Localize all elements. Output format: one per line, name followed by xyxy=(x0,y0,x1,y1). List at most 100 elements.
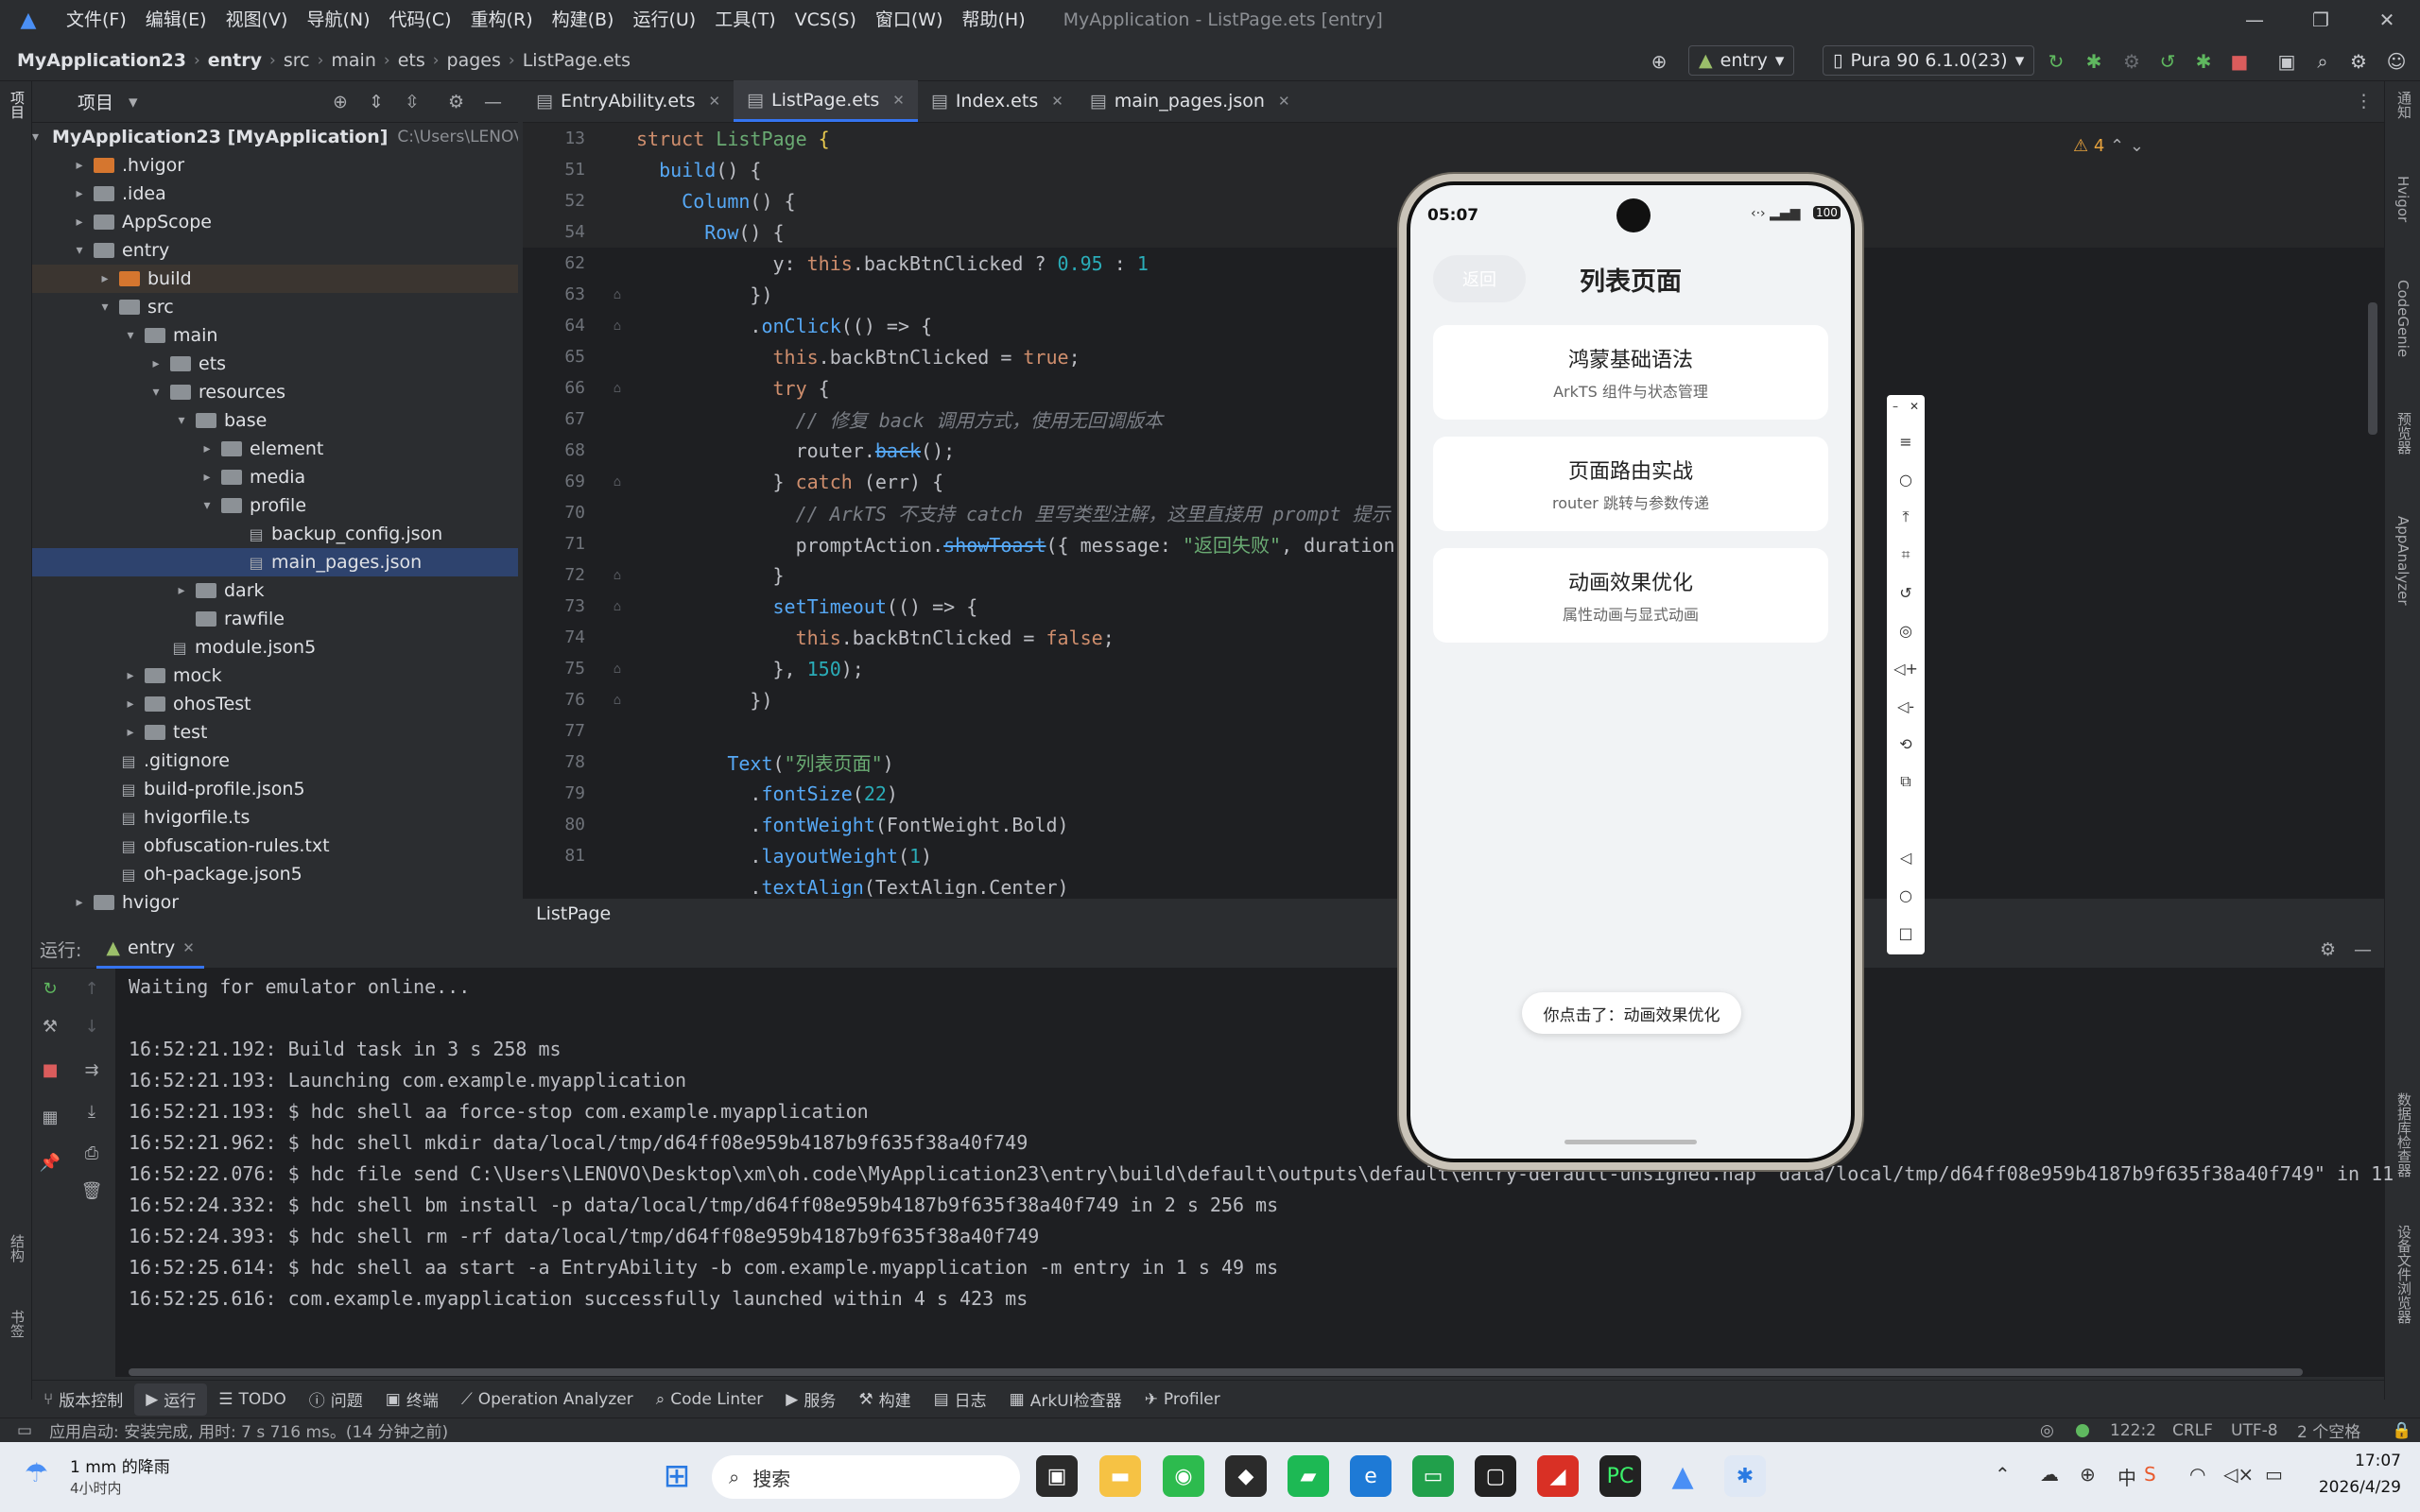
deveco-icon[interactable]: ▲ xyxy=(1662,1455,1703,1497)
chevron-right-icon[interactable]: ▸ xyxy=(96,271,113,286)
tree-item[interactable]: ▸ .idea xyxy=(32,180,518,208)
chevron-right-icon[interactable]: ▸ xyxy=(71,895,88,910)
stop-icon[interactable]: ■ xyxy=(2225,47,2254,76)
menu-window[interactable]: 窗口(W) xyxy=(866,0,953,40)
tooltab-terminal[interactable]: ▣ 终端 xyxy=(374,1383,450,1416)
locate-icon[interactable]: ⊕ xyxy=(333,92,348,112)
scroll-up-icon[interactable]: ↑ xyxy=(78,974,106,1003)
status-message[interactable]: 应用启动: 安装完成, 用时: 7 s 716 ms。(14 分钟之前) xyxy=(49,1418,448,1442)
tree-item[interactable]: ▤ oh-package.json5 xyxy=(32,860,518,888)
wifi-icon[interactable]: ◠ xyxy=(2189,1463,2205,1486)
chevron-down-icon[interactable]: ▾ xyxy=(199,498,216,513)
deveco-active-icon[interactable]: ✱ xyxy=(1724,1455,1766,1497)
tree-item[interactable]: ▾ profile xyxy=(32,491,518,520)
chevron-down-icon[interactable]: ▾ xyxy=(147,385,164,400)
close-icon[interactable]: ✕ xyxy=(1910,400,1919,413)
tree-item[interactable]: ▸ AppScope xyxy=(32,208,518,236)
layout-icon[interactable]: ▦ xyxy=(36,1103,64,1131)
apply-changes-icon[interactable]: ↺ xyxy=(2153,47,2182,76)
settings-gear-icon[interactable]: ⚙ xyxy=(2344,47,2373,76)
side-tab-previewer[interactable]: 预览器 xyxy=(2394,412,2414,455)
menu-vcs[interactable]: VCS(S) xyxy=(786,0,866,40)
soft-wrap-icon[interactable]: ⇉ xyxy=(78,1056,106,1084)
tree-item[interactable]: ▸ media xyxy=(32,463,518,491)
settings-gear-icon[interactable]: ⚙ xyxy=(448,92,464,112)
target-icon[interactable]: ⊕ xyxy=(1645,47,1673,76)
phone-screen[interactable]: 05:07 ‹·› ▂▄▆ 100 返回 列表页面 鸿蒙基础语法 ArkTS 组… xyxy=(1407,181,1855,1162)
wrench-icon[interactable]: ⚒ xyxy=(36,1012,64,1040)
rerun-icon[interactable]: ↻ xyxy=(2042,47,2070,76)
tree-item[interactable]: ▸ build xyxy=(32,265,518,293)
tree-item[interactable]: ▸ ohosTest xyxy=(32,690,518,718)
chevron-right-icon[interactable]: ▸ xyxy=(173,583,190,598)
taskview-icon[interactable]: ▣ xyxy=(1036,1455,1078,1497)
terminal-app-icon[interactable]: ▢ xyxy=(1475,1455,1516,1497)
tree-item[interactable]: ▤ .gitignore xyxy=(32,747,518,775)
hide-panel-icon[interactable]: — xyxy=(484,92,502,112)
print-icon[interactable]: ⎙ xyxy=(78,1139,106,1167)
battery-icon[interactable]: ▭ xyxy=(2265,1463,2283,1486)
tab-entryability[interactable]: ▤ EntryAbility.ets ✕ xyxy=(523,80,734,122)
chevron-right-icon[interactable]: ▸ xyxy=(122,696,139,712)
edge-icon[interactable]: e xyxy=(1350,1455,1392,1497)
status-encoding[interactable]: UTF-8 xyxy=(2231,1421,2278,1440)
search-icon[interactable]: ⌕ xyxy=(2308,47,2337,76)
file-explorer-icon[interactable]: ▬ xyxy=(1099,1455,1141,1497)
tray-chevron-up-icon[interactable]: ⌃ xyxy=(1995,1463,2011,1486)
list-card-routing[interactable]: 页面路由实战 router 跳转与参数传递 xyxy=(1433,437,1828,531)
menu-tools[interactable]: 工具(T) xyxy=(705,0,785,40)
run-tab-entry[interactable]: ▲ entry ✕ xyxy=(96,931,204,969)
menu-help[interactable]: 帮助(H) xyxy=(953,0,1035,40)
chevron-right-icon[interactable]: ▸ xyxy=(147,356,164,371)
side-tab-device-file-browser[interactable]: 设备文件浏览器 xyxy=(2394,1225,2414,1324)
wechat-icon[interactable]: ◉ xyxy=(1163,1455,1204,1497)
tree-item[interactable]: ▸ hvigor xyxy=(32,888,518,917)
close-icon[interactable]: ✕ xyxy=(892,92,905,109)
chevron-down-icon[interactable]: ▾ xyxy=(122,328,139,343)
project-panel-title[interactable]: 项目 xyxy=(78,89,113,114)
nav-back-icon[interactable]: ◁ xyxy=(1887,843,1925,871)
weather-icon[interactable]: ☂ xyxy=(25,1457,48,1488)
tree-item[interactable]: ▸ element xyxy=(32,435,518,463)
chevron-right-icon[interactable]: ▸ xyxy=(71,215,88,230)
status-health-indicator[interactable] xyxy=(2076,1424,2089,1437)
tree-item[interactable]: ▸ ets xyxy=(32,350,518,378)
close-icon[interactable]: ✕ xyxy=(1278,93,1290,110)
tree-item[interactable]: ▸ dark xyxy=(32,576,518,605)
windows-start-icon[interactable]: ⊞ xyxy=(656,1455,698,1497)
tooltab-problems[interactable]: ⓘ 问题 xyxy=(298,1383,374,1416)
rotate-icon[interactable]: ↺ xyxy=(1887,578,1925,607)
tab-listpage[interactable]: ▤ ListPage.ets ✕ xyxy=(734,80,918,122)
tree-item[interactable]: ▸ mock xyxy=(32,662,518,690)
device-dropdown[interactable]: ▯ Pura 90 6.1.0(23) ▾ xyxy=(1823,45,2035,76)
chevron-down-icon[interactable]: ▾ xyxy=(71,243,88,258)
onedrive-icon[interactable]: ☁ xyxy=(2040,1463,2059,1486)
pycharm-icon[interactable]: PC xyxy=(1599,1455,1641,1497)
taskbar-search[interactable]: ⌕ 搜索 xyxy=(712,1455,1020,1499)
tooltab-operation-analyzer[interactable]: ⟋ Operation Analyzer xyxy=(450,1383,645,1416)
hide-panel-icon[interactable]: — xyxy=(2354,939,2372,960)
menu-code[interactable]: 代码(C) xyxy=(379,0,460,40)
crumb-module[interactable]: entry xyxy=(208,50,262,71)
chevron-right-icon[interactable]: ▸ xyxy=(199,470,216,485)
scroll-down-icon[interactable]: ↓ xyxy=(78,1012,106,1040)
emulator-window-controls[interactable]: – ✕ xyxy=(1887,395,1925,418)
tooltab-profiler[interactable]: ✈ Profiler xyxy=(1133,1383,1232,1416)
crop-icon[interactable]: ⌗ xyxy=(1887,541,1925,569)
minimize-icon[interactable]: — xyxy=(2221,0,2288,40)
status-ai-icon[interactable]: ◎ xyxy=(2040,1421,2054,1440)
network-globe-icon[interactable]: ⊕ xyxy=(2080,1463,2096,1486)
tooltab-arkui-inspector[interactable]: ▦ ArkUI检查器 xyxy=(998,1383,1133,1416)
tree-item[interactable]: ▾ base xyxy=(32,406,518,435)
side-tab-notifications[interactable]: 通知 xyxy=(2394,91,2414,119)
side-tab-bookmarks[interactable]: 书签 xyxy=(8,1310,27,1338)
menu-file[interactable]: 文件(F) xyxy=(57,0,136,40)
side-tab-codegenie[interactable]: CodeGenie xyxy=(2394,280,2411,357)
crumb-pages[interactable]: pages xyxy=(447,50,501,71)
scroll-to-end-icon[interactable]: ⤓ xyxy=(78,1097,106,1125)
expand-all-icon[interactable]: ⇕ xyxy=(369,92,384,112)
pin-icon[interactable]: 📌 xyxy=(36,1148,64,1177)
tree-item[interactable]: rawfile xyxy=(32,605,518,633)
tab-main-pages-json[interactable]: ▤ main_pages.json ✕ xyxy=(1077,80,1304,122)
nav-recents-icon[interactable]: □ xyxy=(1887,919,1925,947)
